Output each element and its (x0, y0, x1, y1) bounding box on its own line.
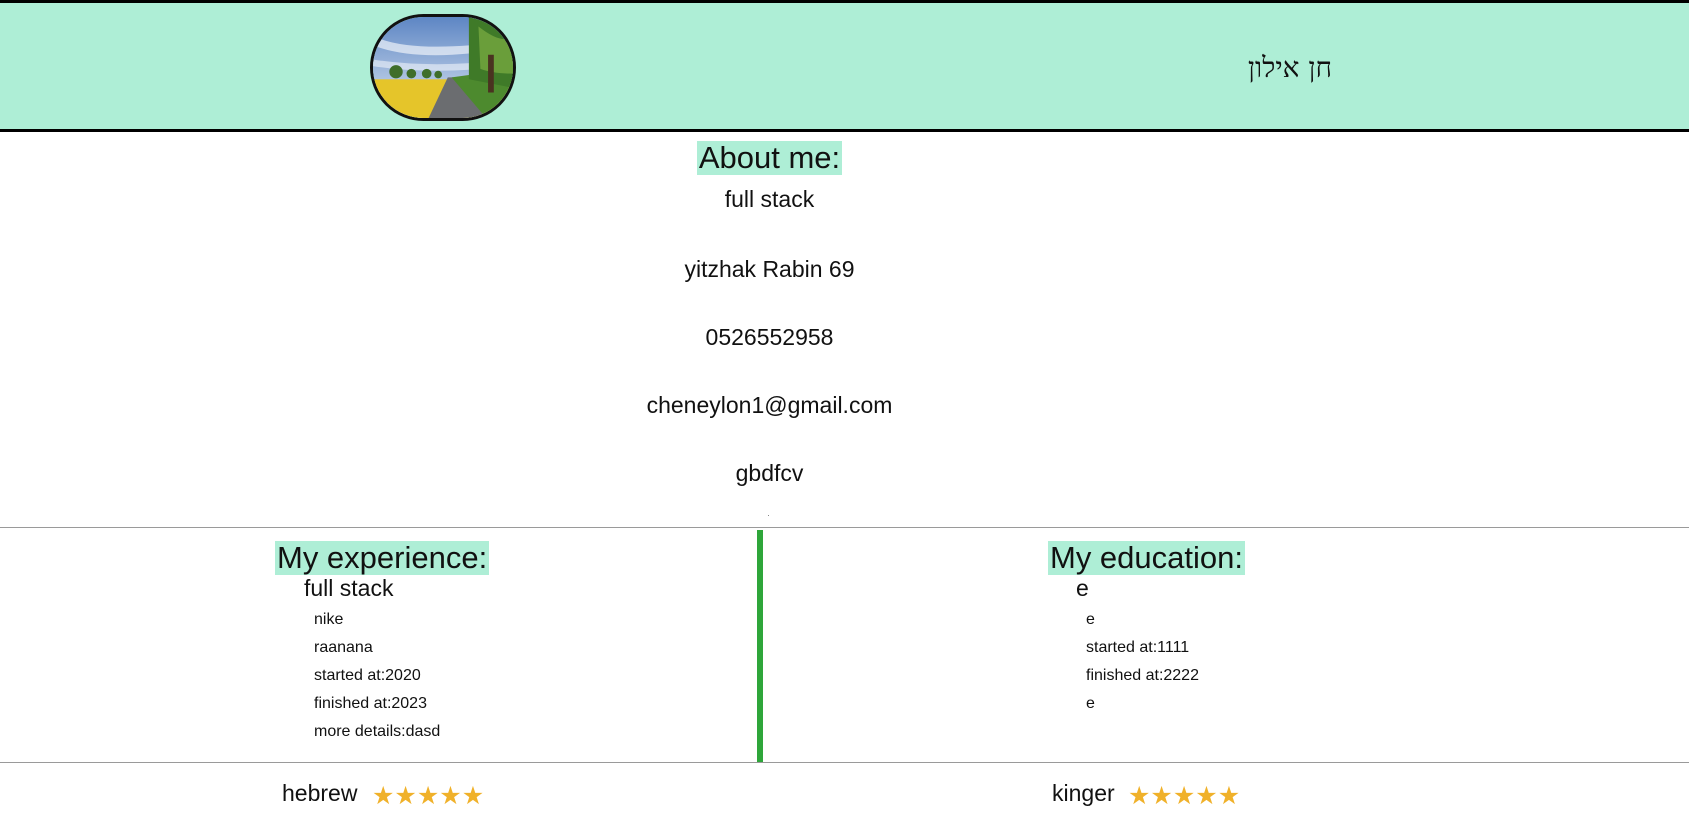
about-address: yitzhak Rabin 69 (684, 256, 855, 282)
about-section: About me: full stack yitzhak Rabin 69 05… (0, 132, 1539, 515)
star-icon: ★ (1195, 782, 1218, 810)
section-divider-top (0, 527, 1689, 528)
experience-job-title: full stack (304, 575, 394, 601)
experience-finished: finished at:2023 (314, 695, 427, 712)
skill-rating-stars: ★★★★★ (1128, 783, 1240, 809)
education-degree: e (1076, 575, 1089, 601)
page-header: חן אילון (0, 0, 1689, 132)
owner-name: חן אילון (1247, 51, 1333, 84)
skill-name: hebrew (282, 780, 358, 806)
about-title: About me: (696, 140, 843, 175)
star-icon: ★ (461, 782, 485, 810)
skill-name: kinger (1052, 780, 1115, 806)
education-details: e (1086, 695, 1095, 712)
about-profession: full stack (724, 186, 815, 212)
about-phone: 0526552958 (705, 324, 834, 350)
about-extra: gbdfcv (735, 460, 804, 486)
star-icon: ★ (372, 782, 395, 810)
star-icon: ★ (394, 782, 417, 810)
education-institution: e (1086, 611, 1095, 628)
separator-dot (768, 515, 769, 516)
column-divider (757, 530, 763, 762)
avatar (370, 14, 516, 121)
about-email: cheneylon1@gmail.com (646, 392, 893, 418)
experience-title: My experience: (275, 540, 490, 575)
section-divider-bottom (0, 762, 1689, 763)
experience-started: started at:2020 (314, 667, 421, 684)
star-icon: ★ (1217, 782, 1241, 810)
star-icon: ★ (416, 782, 440, 810)
star-icon: ★ (1128, 782, 1151, 810)
star-icon: ★ (439, 782, 462, 810)
experience-details: more details:dasd (314, 723, 441, 740)
education-started: started at:1111 (1086, 639, 1190, 656)
star-icon: ★ (1172, 782, 1196, 810)
education-finished: finished at:2222 (1086, 667, 1199, 684)
skill-rating-stars: ★★★★★ (372, 783, 484, 809)
experience-company: nike (314, 611, 344, 628)
star-icon: ★ (1150, 782, 1173, 810)
landscape-image (373, 17, 513, 118)
education-title: My education: (1048, 540, 1245, 575)
experience-location: raanana (314, 639, 373, 656)
